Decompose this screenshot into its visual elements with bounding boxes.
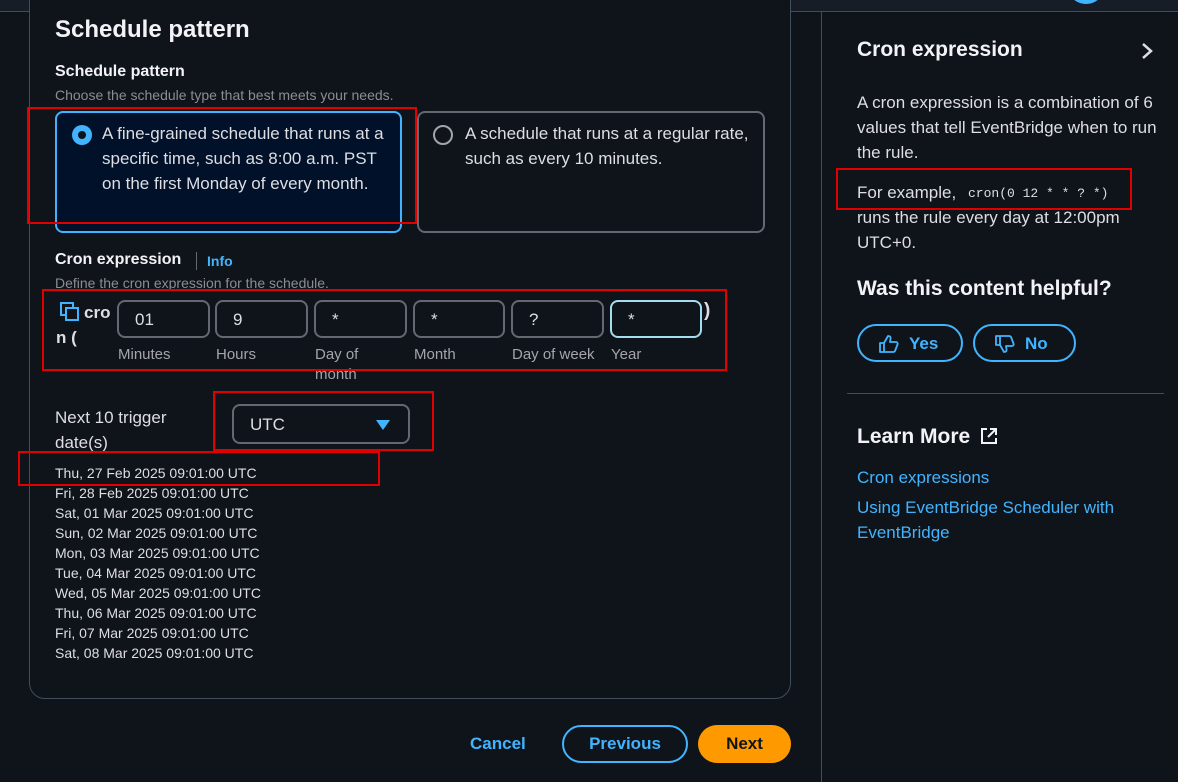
cron-expression-description: Define the cron expression for the sched… [55,275,329,290]
highlight-box-example [836,168,1132,210]
trigger-date: Wed, 05 Mar 2025 09:01:00 UTC [55,585,261,601]
link-eventbridge-scheduler[interactable]: Using EventBridge Scheduler with EventBr… [857,495,1157,545]
help-panel-body: A cron expression is a combination of 6 … [857,93,1157,162]
highlight-box-first-date [18,451,380,486]
trigger-date: Thu, 06 Mar 2025 09:01:00 UTC [55,605,257,621]
feedback-question: Was this content helpful? [857,277,1112,300]
radio-rate-based[interactable] [433,125,453,145]
previous-button[interactable]: Previous [562,725,688,763]
trigger-date: Fri, 28 Feb 2025 09:01:00 UTC [55,485,249,501]
feedback-no-button[interactable]: No [973,324,1076,362]
section-title: Schedule pattern [55,16,250,43]
thumbs-up-icon [879,335,899,353]
highlight-box-schedule-option [27,107,417,224]
cron-expression-label: Cron expression [55,251,182,268]
schedule-pattern-description: Choose the schedule type that best meets… [55,87,394,103]
trigger-date: Tue, 04 Mar 2025 09:01:00 UTC [55,565,257,581]
thumbs-down-icon [995,335,1015,353]
cancel-button[interactable]: Cancel [470,734,526,754]
tile-rate-based-label: A schedule that runs at a regular rate, … [465,124,749,168]
trigger-dates-label: Next 10 trigger date(s) [55,408,167,452]
chevron-right-icon[interactable] [1140,42,1154,60]
next-button[interactable]: Next [698,725,791,763]
trigger-date: Sat, 01 Mar 2025 09:01:00 UTC [55,505,254,521]
highlight-box-cron-fields [42,289,727,371]
no-label: No [1025,334,1048,353]
learn-more-heading: Learn More [857,425,971,448]
help-panel-separator [847,393,1164,394]
trigger-date: Sat, 08 Mar 2025 09:01:00 UTC [55,645,254,661]
info-link[interactable]: Info [207,253,233,269]
trigger-date: Sun, 02 Mar 2025 09:01:00 UTC [55,525,258,541]
yes-label: Yes [909,334,939,353]
help-panel-title: Cron expression [857,38,1023,61]
schedule-pattern-label: Schedule pattern [55,63,185,80]
label-separator [196,252,197,270]
example-suffix: runs the rule every day at 12:00pm UTC+0… [857,208,1120,252]
trigger-date: Fri, 07 Mar 2025 09:01:00 UTC [55,625,249,641]
external-link-icon [981,428,997,444]
help-panel-divider [821,12,822,782]
link-cron-expressions[interactable]: Cron expressions [857,465,989,490]
user-avatar[interactable] [1071,0,1101,4]
highlight-box-timezone [213,391,434,451]
feedback-yes-button[interactable]: Yes [857,324,963,362]
trigger-date: Mon, 03 Mar 2025 09:01:00 UTC [55,545,260,561]
